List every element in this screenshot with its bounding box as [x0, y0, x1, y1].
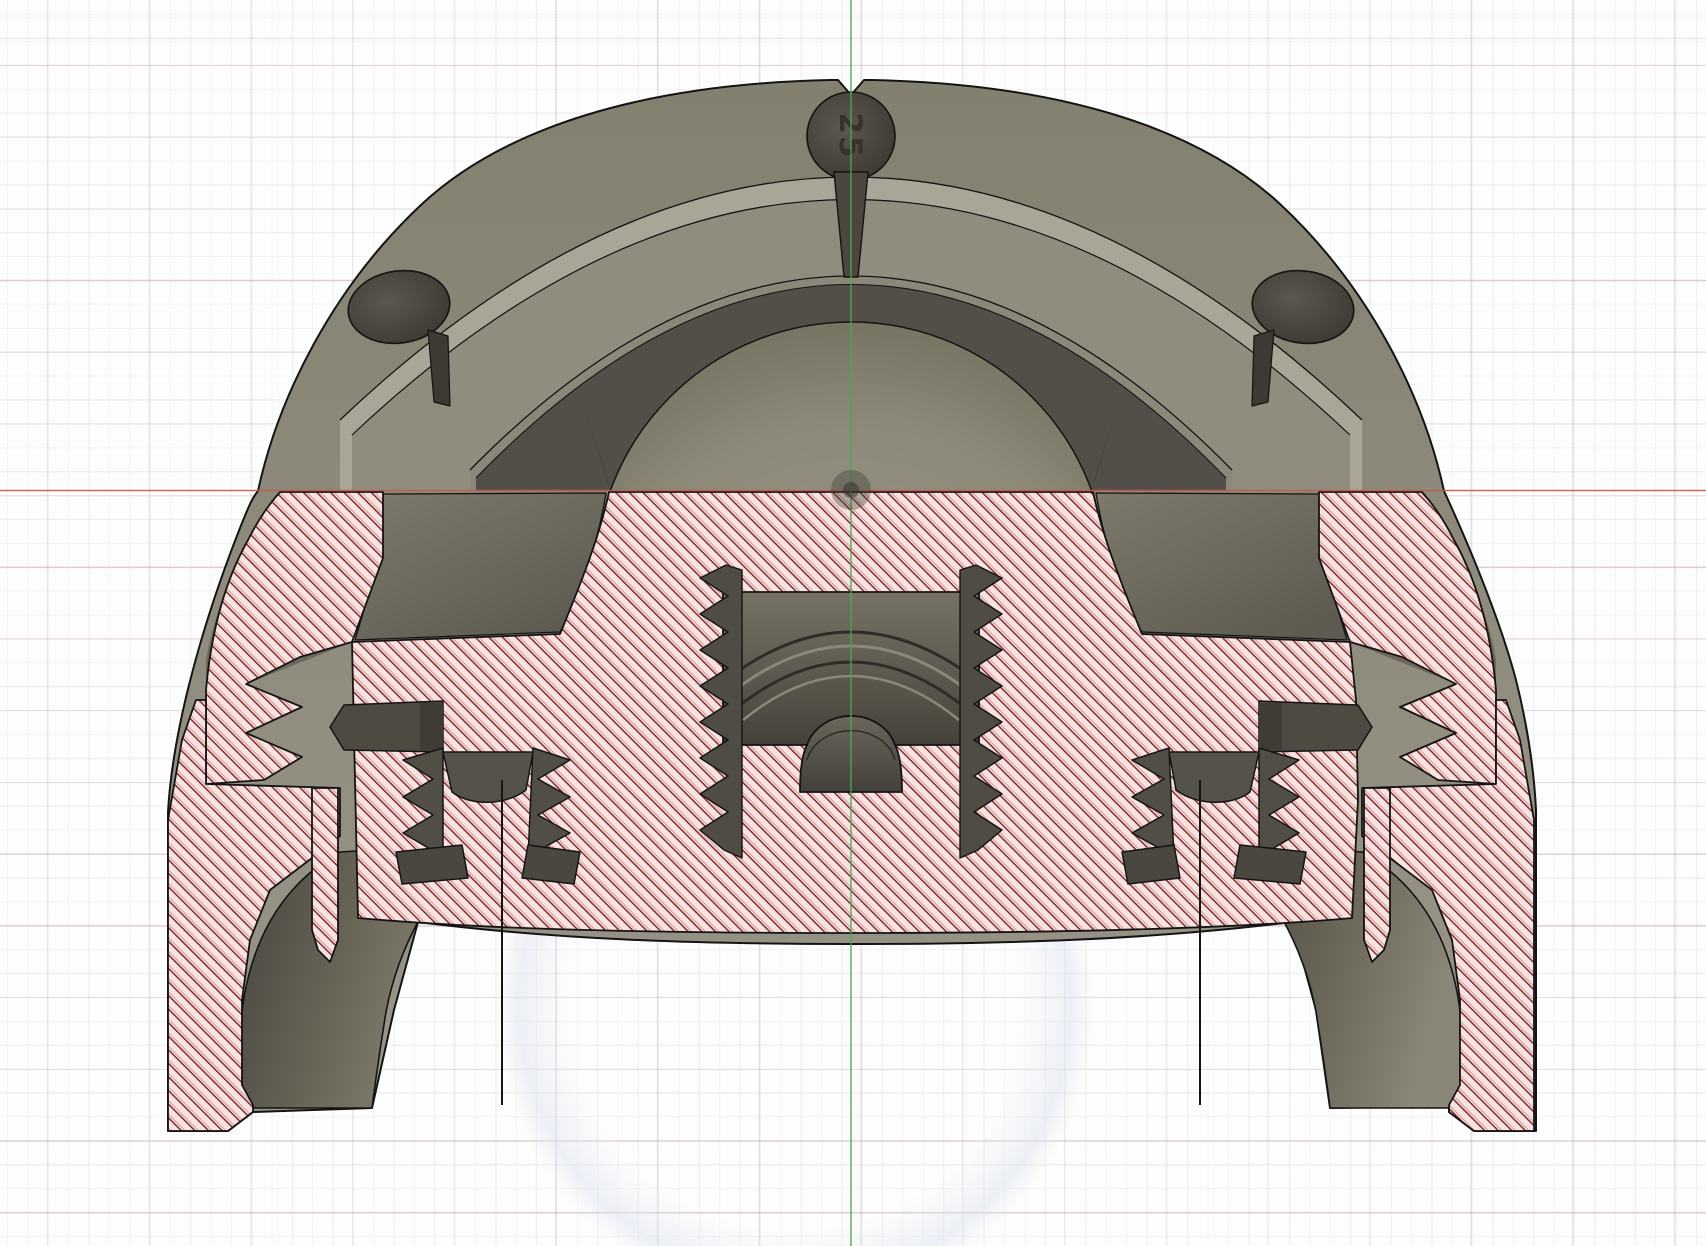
cad-viewport[interactable]: 25 [0, 0, 1706, 1246]
engraved-number: 25 [832, 112, 868, 159]
design-canvas[interactable]: 25 [0, 0, 1706, 1246]
side-bore-left-wedge [442, 751, 534, 803]
section-left-column [311, 787, 339, 963]
side-bore-left-foot-b [521, 844, 581, 885]
side-bore-right-foot-a [1233, 844, 1307, 885]
side-bore-right-wedge [1168, 751, 1260, 803]
side-bore-left-foot-a [395, 844, 469, 885]
side-bore-right-foot-b [1121, 844, 1181, 885]
origin-point-core [843, 482, 859, 498]
section-right-column [1363, 787, 1391, 963]
